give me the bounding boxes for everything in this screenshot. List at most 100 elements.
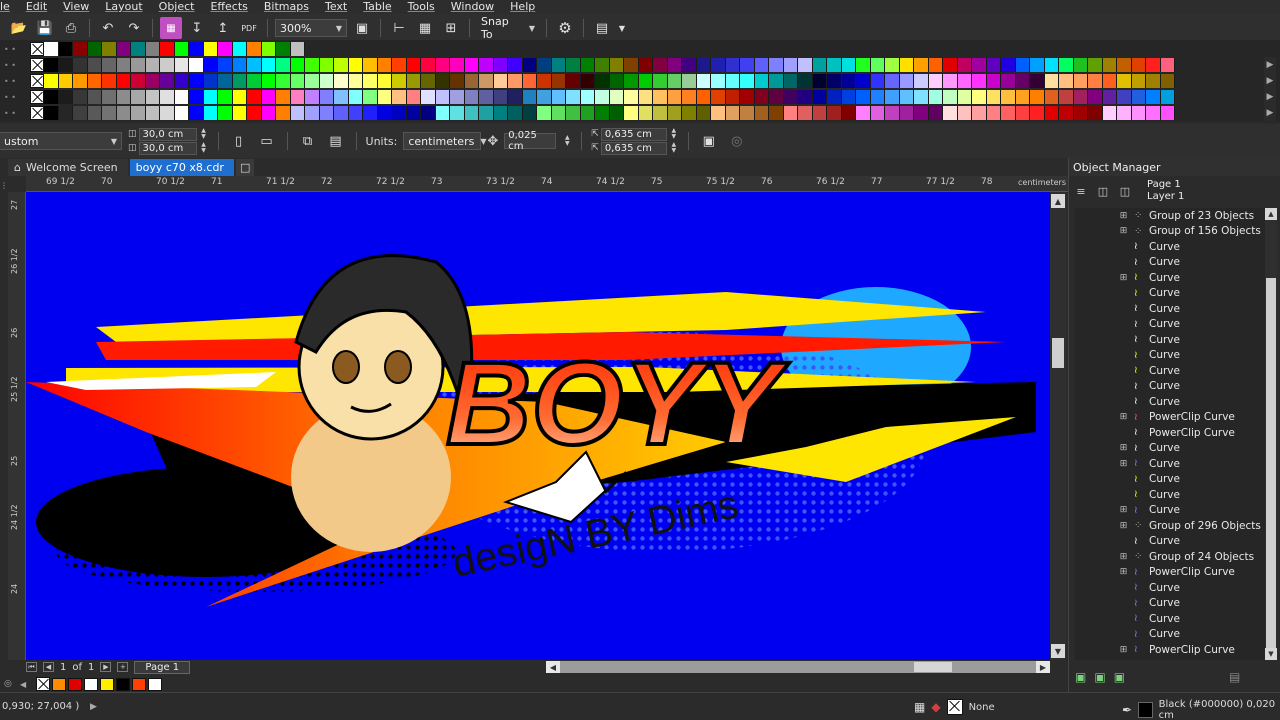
color-swatch[interactable]	[131, 106, 146, 120]
color-swatch[interactable]	[638, 74, 653, 88]
color-swatch[interactable]	[769, 106, 784, 120]
color-swatch[interactable]	[1160, 106, 1175, 120]
color-swatch[interactable]	[1015, 106, 1030, 120]
tree-item[interactable]: ≀ Curve	[1075, 596, 1265, 612]
tree-item[interactable]: ≀ Curve	[1075, 472, 1265, 488]
color-swatch[interactable]	[551, 74, 566, 88]
color-swatch[interactable]	[624, 58, 639, 72]
expand-icon[interactable]: ⊞	[1118, 226, 1129, 237]
color-swatch[interactable]	[928, 106, 943, 120]
color-swatch[interactable]	[972, 58, 987, 72]
color-swatch[interactable]	[841, 58, 856, 72]
color-swatch[interactable]	[479, 106, 494, 120]
color-swatch[interactable]	[667, 58, 682, 72]
color-swatch[interactable]	[218, 42, 233, 56]
color-swatch[interactable]	[479, 58, 494, 72]
duplicate-x-field[interactable]: 0,635 cm	[600, 127, 667, 141]
color-swatch[interactable]	[914, 74, 929, 88]
color-swatch[interactable]	[218, 74, 233, 88]
color-swatch[interactable]	[580, 90, 595, 104]
search-content-icon[interactable]: ▦	[160, 17, 182, 39]
color-swatch[interactable]	[305, 90, 320, 104]
color-swatch[interactable]	[334, 74, 349, 88]
page-width-field[interactable]: 30,0 cm	[138, 127, 197, 141]
color-swatch[interactable]	[116, 90, 131, 104]
color-swatch[interactable]	[740, 106, 755, 120]
color-swatch[interactable]	[1044, 106, 1059, 120]
color-swatch[interactable]	[1015, 90, 1030, 104]
color-swatch[interactable]	[508, 90, 523, 104]
color-swatch[interactable]	[493, 106, 508, 120]
color-swatch[interactable]	[189, 90, 204, 104]
color-swatch[interactable]	[1102, 58, 1117, 72]
color-swatch[interactable]	[566, 58, 581, 72]
color-swatch[interactable]	[160, 90, 175, 104]
units-dropdown[interactable]: centimeters ▼	[403, 132, 487, 150]
no-color-swatch[interactable]	[30, 42, 44, 56]
menu-bitmaps[interactable]: Bitmaps	[256, 0, 317, 14]
color-swatch[interactable]	[972, 74, 987, 88]
color-swatch[interactable]	[87, 106, 102, 120]
show-grid-icon[interactable]: ▦	[414, 17, 436, 39]
color-swatch[interactable]	[160, 58, 175, 72]
color-swatch[interactable]	[899, 106, 914, 120]
color-swatch[interactable]	[1001, 74, 1016, 88]
color-swatch[interactable]	[44, 90, 59, 104]
width-spinner[interactable]: ▲ ▼	[199, 128, 209, 140]
color-swatch[interactable]	[957, 106, 972, 120]
color-swatch[interactable]	[914, 58, 929, 72]
tree-item[interactable]: ⊞ ⁘ Group of 156 Objects	[1075, 224, 1265, 240]
new-master-layer-all-icon[interactable]: ▣	[1114, 670, 1125, 684]
color-swatch[interactable]	[392, 74, 407, 88]
color-swatch[interactable]	[1160, 74, 1175, 88]
color-swatch[interactable]	[1059, 74, 1074, 88]
color-swatch[interactable]	[247, 90, 262, 104]
expand-icon[interactable]: ⊞	[1118, 210, 1129, 221]
color-swatch[interactable]	[1044, 58, 1059, 72]
color-swatch[interactable]	[493, 90, 508, 104]
color-swatch[interactable]	[1030, 106, 1045, 120]
color-swatch[interactable]	[334, 90, 349, 104]
color-swatch[interactable]	[203, 58, 218, 72]
color-swatch[interactable]	[189, 106, 204, 120]
color-swatch[interactable]	[247, 58, 262, 72]
color-swatch[interactable]	[377, 106, 392, 120]
scroll-left-icon[interactable]: ◀	[546, 661, 560, 673]
color-swatch[interactable]	[928, 74, 943, 88]
color-swatch[interactable]	[261, 74, 276, 88]
color-swatch[interactable]	[1044, 90, 1059, 104]
nudge-distance-field[interactable]: 0,025 cm	[504, 130, 557, 152]
color-swatch[interactable]	[595, 106, 610, 120]
palette-grip-icon[interactable]: ◎	[4, 679, 18, 689]
color-swatch[interactable]	[261, 58, 276, 72]
document-color-swatch[interactable]	[52, 677, 66, 691]
first-page-icon[interactable]: ⏮	[26, 662, 37, 672]
color-swatch[interactable]	[232, 58, 247, 72]
color-swatch[interactable]	[653, 74, 668, 88]
color-swatch[interactable]	[885, 58, 900, 72]
color-swatch[interactable]	[450, 74, 465, 88]
color-swatch[interactable]	[58, 90, 73, 104]
export-icon[interactable]: ↥	[212, 17, 234, 39]
document-color-swatch[interactable]	[116, 677, 130, 691]
color-swatch[interactable]	[334, 106, 349, 120]
color-swatch[interactable]	[522, 90, 537, 104]
color-swatch[interactable]	[638, 90, 653, 104]
color-swatch[interactable]	[624, 106, 639, 120]
color-swatch[interactable]	[290, 42, 305, 56]
color-swatch[interactable]	[421, 74, 436, 88]
scroll-thumb[interactable]	[1266, 278, 1276, 648]
color-swatch[interactable]	[102, 90, 117, 104]
color-swatch[interactable]	[131, 74, 146, 88]
color-swatch[interactable]	[479, 90, 494, 104]
no-color-swatch[interactable]	[30, 58, 44, 72]
page-tab-page-1[interactable]: Page 1	[134, 660, 191, 674]
color-swatch[interactable]	[1059, 90, 1074, 104]
color-swatch[interactable]	[928, 90, 943, 104]
color-swatch[interactable]	[377, 74, 392, 88]
color-swatch[interactable]	[319, 90, 334, 104]
color-swatch[interactable]	[44, 74, 59, 88]
menu-object[interactable]: Object	[151, 0, 203, 14]
color-swatch[interactable]	[725, 58, 740, 72]
tree-item[interactable]: ⊞ ⁘ Group of 24 Objects	[1075, 549, 1265, 565]
